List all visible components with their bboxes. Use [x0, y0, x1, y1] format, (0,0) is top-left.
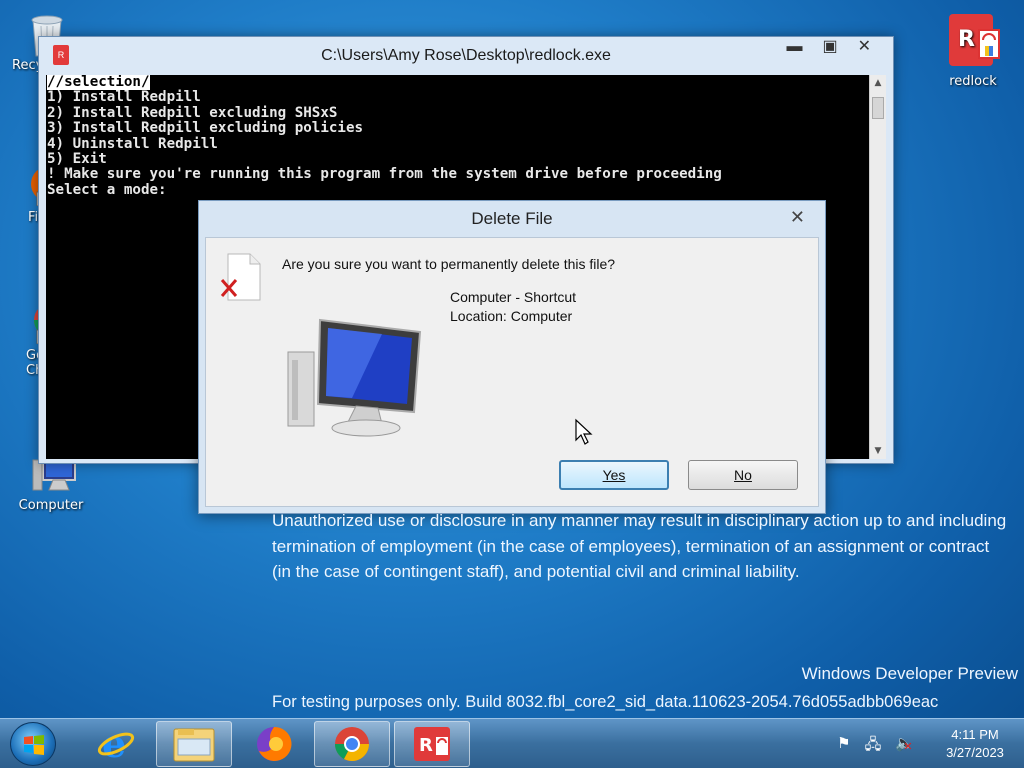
delete-file-dialog[interactable]: Delete File ✕ Are you sure you want to p…: [198, 200, 826, 514]
confirmation-question: Are you sure you want to permanently del…: [282, 256, 616, 272]
legal-notice: Unauthorized use or disclosure in any ma…: [272, 511, 1007, 581]
dialog-title: Delete File: [471, 209, 553, 228]
taskbar-internet-explorer[interactable]: e: [78, 721, 154, 767]
scroll-down-arrow-icon[interactable]: ▼: [870, 443, 886, 459]
svg-text:R: R: [958, 27, 975, 52]
clock[interactable]: 4:11 PM 3/27/2023: [936, 726, 1014, 762]
clock-time: 4:11 PM: [951, 727, 999, 742]
yes-button[interactable]: Yes: [559, 460, 669, 490]
console-line: 4) Uninstall Redpill: [47, 135, 218, 152]
no-button[interactable]: No: [688, 460, 798, 490]
taskbar: e R ⚑ 🖧 🔈 ✕ 4:11 PM 3/27/2023: [0, 718, 1024, 768]
console-scrollbar[interactable]: ▲ ▼: [869, 75, 886, 459]
desktop-icon-redlock[interactable]: R redlock: [934, 10, 1012, 89]
redlock-app-icon: R: [943, 10, 1003, 70]
console-line: 5) Exit: [47, 151, 107, 168]
maximize-button[interactable]: ▣: [822, 37, 837, 57]
taskbar-firefox[interactable]: [236, 721, 312, 767]
scroll-up-arrow-icon[interactable]: ▲: [870, 75, 886, 91]
windows-logo-icon: [24, 735, 44, 755]
scroll-thumb[interactable]: [872, 97, 884, 119]
console-line: ! Make sure you're running this program …: [47, 166, 722, 183]
taskbar-redlock[interactable]: R: [394, 721, 470, 767]
system-tray: ⚑ 🖧 🔈 ✕ 4:11 PM 3/27/2023: [794, 719, 1014, 768]
window-controls: ▬ ▣ ✕: [786, 37, 871, 57]
redlock-icon: R: [53, 45, 69, 65]
dialog-close-button[interactable]: ✕: [790, 201, 805, 233]
desktop-icon-label: Computer: [18, 498, 84, 513]
yes-button-label: Yes: [602, 467, 626, 483]
console-title-bar[interactable]: R C:\Users\Amy Rose\Desktop\redlock.exe …: [39, 37, 893, 75]
svg-text:e: e: [102, 724, 126, 764]
taskbar-chrome[interactable]: [314, 721, 390, 767]
dialog-body: Are you sure you want to permanently del…: [205, 237, 819, 507]
tray-icons: ⚑ 🖧 🔈 ✕: [837, 734, 914, 759]
redlock-icon: R: [414, 727, 450, 761]
desktop-icon-label: redlock: [949, 74, 997, 89]
computer-icon: [282, 312, 442, 446]
minimize-button[interactable]: ▬: [786, 37, 802, 57]
close-button[interactable]: ✕: [858, 37, 871, 57]
network-icon[interactable]: 🖧: [865, 734, 882, 759]
clock-date: 3/27/2023: [946, 745, 1004, 760]
console-title: C:\Users\Amy Rose\Desktop\redlock.exe: [321, 47, 611, 64]
start-button[interactable]: [10, 722, 56, 766]
chrome-icon: [335, 727, 369, 761]
volume-muted-icon[interactable]: 🔈 ✕: [895, 734, 914, 759]
console-line: Select a mode:: [47, 181, 167, 198]
console-line: 1) Install Redpill: [47, 89, 201, 106]
internet-explorer-icon: e: [97, 724, 135, 764]
dialog-title-bar[interactable]: Delete File ✕: [199, 201, 825, 237]
console-line: 3) Install Redpill excluding policies: [47, 120, 364, 137]
delete-file-icon: [220, 252, 264, 306]
folder-icon: [173, 728, 215, 762]
taskbar-file-explorer[interactable]: [156, 721, 232, 767]
file-name: Computer - Shortcut: [450, 289, 577, 305]
build-watermark: For testing purposes only. Build 8032.fb…: [272, 693, 939, 711]
console-line: 2) Install Redpill excluding SHSxS: [47, 104, 338, 121]
file-location: Location: Computer: [450, 308, 573, 324]
file-info: Computer - Shortcut Location: Computer: [450, 288, 576, 326]
no-button-label: No: [734, 467, 752, 483]
mouse-cursor-icon: [574, 418, 594, 450]
console-line: //selection/: [47, 75, 150, 90]
flag-icon[interactable]: ⚑: [837, 734, 850, 759]
svg-text:R: R: [419, 735, 433, 756]
edition-watermark: Windows Developer Preview: [801, 664, 1018, 683]
firefox-icon: [257, 726, 292, 761]
